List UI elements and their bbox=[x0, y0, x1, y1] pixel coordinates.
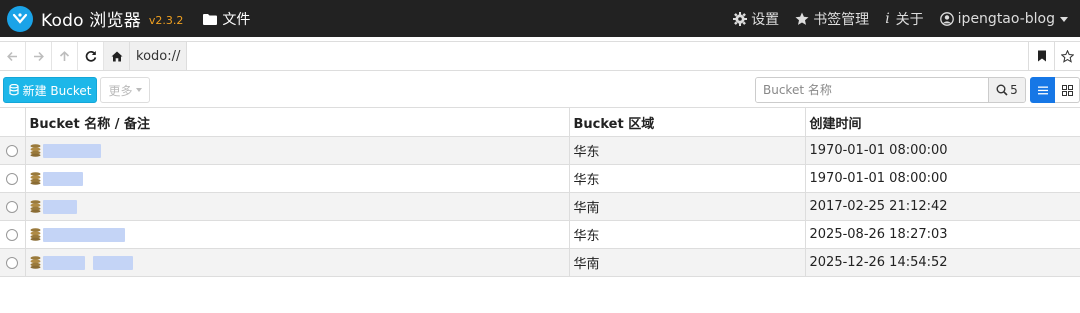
search-icon bbox=[996, 84, 1008, 96]
app-title: Kodo 浏览器 bbox=[41, 11, 141, 31]
database-icon bbox=[30, 228, 41, 241]
row-radio[interactable] bbox=[6, 172, 19, 185]
bucket-table: Bucket 名称 / 备注 Bucket 区域 创建时间 华东 1970-01… bbox=[0, 107, 1080, 277]
home-button[interactable] bbox=[104, 42, 130, 70]
home-icon bbox=[111, 51, 122, 61]
nav-bookmarks[interactable]: 书签管理 bbox=[795, 9, 869, 29]
bookmark-button[interactable] bbox=[1028, 42, 1054, 70]
bucket-add-icon bbox=[8, 84, 20, 96]
nav-files-label: 文件 bbox=[222, 11, 251, 28]
database-icon bbox=[30, 144, 41, 157]
header-bucket-region[interactable]: Bucket 区域 bbox=[569, 107, 806, 137]
nav-user-label: ipengtao-blog bbox=[957, 10, 1055, 27]
row-region: 华东 bbox=[569, 164, 806, 193]
nav-about[interactable]: i 关于 bbox=[885, 9, 923, 29]
chevron-down-icon bbox=[1060, 17, 1068, 22]
new-bucket-label: 新建 Bucket bbox=[22, 83, 92, 98]
favorite-button[interactable] bbox=[1054, 42, 1080, 70]
nav-bookmarks-label: 书签管理 bbox=[813, 11, 870, 28]
more-label: 更多 bbox=[108, 83, 133, 98]
search-button[interactable]: 5 bbox=[988, 78, 1025, 102]
user-icon bbox=[939, 11, 954, 26]
database-icon bbox=[30, 200, 41, 213]
row-radio[interactable] bbox=[6, 256, 19, 269]
header-select bbox=[0, 107, 26, 137]
star-icon bbox=[795, 12, 809, 26]
nav-about-label: 关于 bbox=[895, 11, 924, 28]
nav-settings-label: 设置 bbox=[751, 11, 780, 28]
database-icon bbox=[30, 256, 41, 269]
list-icon bbox=[1037, 86, 1048, 94]
address-bar: kodo:// bbox=[0, 41, 1080, 71]
gear-icon bbox=[733, 11, 748, 26]
row-region: 华南 bbox=[569, 248, 806, 277]
row-created: 2017-02-25 21:12:42 bbox=[805, 192, 1080, 221]
refresh-button[interactable] bbox=[78, 42, 104, 70]
table-row[interactable]: 华南 2025-12-26 14:54:52 bbox=[0, 248, 1080, 277]
table-row[interactable]: 华东 1970-01-01 08:00:00 bbox=[0, 136, 1080, 165]
redacted-bucket-note bbox=[92, 255, 133, 270]
grid-view-button[interactable] bbox=[1055, 77, 1080, 103]
nav-settings[interactable]: 设置 bbox=[733, 9, 779, 29]
back-button[interactable] bbox=[0, 42, 26, 70]
table-row[interactable]: 华南 2017-02-25 21:12:42 bbox=[0, 192, 1080, 221]
row-radio[interactable] bbox=[6, 144, 19, 157]
redacted-bucket-name[interactable] bbox=[42, 255, 85, 270]
row-created: 1970-01-01 08:00:00 bbox=[805, 136, 1080, 165]
row-created: 1970-01-01 08:00:00 bbox=[805, 164, 1080, 193]
grid-icon bbox=[1061, 84, 1073, 96]
forward-button[interactable] bbox=[26, 42, 52, 70]
row-radio[interactable] bbox=[6, 200, 19, 213]
nav-user-menu[interactable]: ipengtao-blog bbox=[939, 10, 1068, 27]
star-outline-icon bbox=[1061, 49, 1074, 63]
header-bucket-name[interactable]: Bucket 名称 / 备注 bbox=[25, 107, 570, 137]
up-button[interactable] bbox=[52, 42, 78, 70]
list-view-button[interactable] bbox=[1030, 77, 1055, 103]
refresh-icon bbox=[85, 50, 96, 62]
bucket-search: 5 bbox=[755, 77, 1026, 103]
arrow-up-icon bbox=[59, 50, 70, 61]
redacted-bucket-name[interactable] bbox=[42, 143, 101, 158]
info-icon: i bbox=[885, 10, 890, 27]
table-row[interactable]: 华东 1970-01-01 08:00:00 bbox=[0, 164, 1080, 193]
more-dropdown-button[interactable]: 更多 bbox=[100, 77, 150, 103]
table-row[interactable]: 华东 2025-08-26 18:27:03 bbox=[0, 220, 1080, 249]
row-created: 2025-08-26 18:27:03 bbox=[805, 220, 1080, 249]
app-version: v2.3.2 bbox=[148, 13, 184, 27]
brand[interactable]: Kodo 浏览器 v2.3.2 bbox=[0, 0, 183, 37]
row-region: 华南 bbox=[569, 192, 806, 221]
new-bucket-button[interactable]: 新建 Bucket bbox=[3, 77, 97, 103]
redacted-bucket-name[interactable] bbox=[42, 199, 77, 214]
search-result-count: 5 bbox=[1010, 83, 1018, 97]
table-header: Bucket 名称 / 备注 Bucket 区域 创建时间 bbox=[0, 107, 1080, 137]
nav-files[interactable]: 文件 bbox=[203, 9, 250, 29]
redacted-bucket-name[interactable] bbox=[42, 227, 125, 242]
row-radio[interactable] bbox=[6, 228, 19, 241]
database-icon bbox=[30, 172, 41, 185]
address-prefix: kodo:// bbox=[130, 42, 188, 70]
bucket-search-input[interactable] bbox=[756, 78, 988, 102]
bookmark-icon bbox=[1037, 50, 1046, 62]
address-input[interactable] bbox=[187, 42, 1028, 70]
row-created: 2025-12-26 14:54:52 bbox=[805, 248, 1080, 277]
kodo-logo-icon bbox=[7, 5, 33, 32]
toolbar: 新建 Bucket 更多 5 bbox=[0, 75, 1080, 105]
header-created-time[interactable]: 创建时间 bbox=[805, 107, 1080, 137]
row-region: 华东 bbox=[569, 136, 806, 165]
arrow-right-icon bbox=[34, 51, 44, 61]
top-navbar: Kodo 浏览器 v2.3.2 文件 设置 书签管理 i 关于 ipengtao… bbox=[0, 0, 1080, 37]
folder-icon bbox=[203, 13, 218, 25]
chevron-down-icon bbox=[135, 88, 142, 92]
row-region: 华东 bbox=[569, 220, 806, 249]
arrow-left-icon bbox=[7, 51, 17, 61]
redacted-bucket-name[interactable] bbox=[42, 171, 83, 186]
